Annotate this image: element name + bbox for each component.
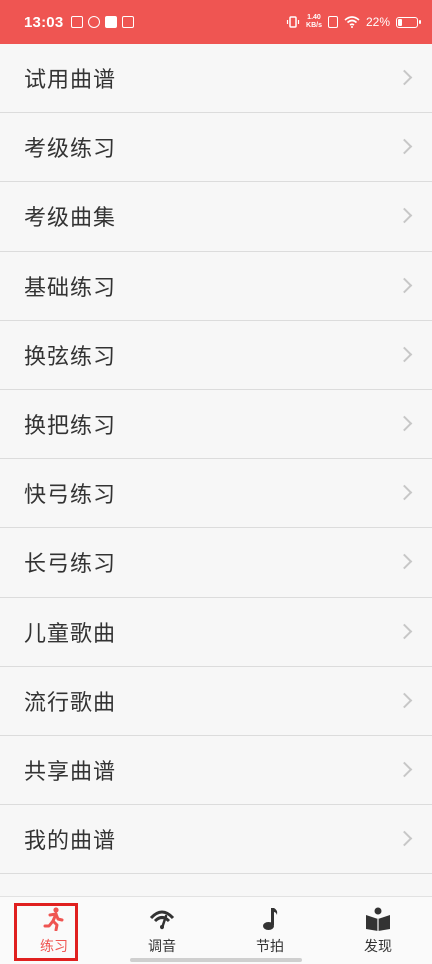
chevron-right-icon [398,276,412,296]
list-item[interactable]: 儿童歌曲 [0,597,432,667]
status-right: 1.40 KB/s 22% [286,14,421,30]
list-item-label: 考级练习 [24,137,117,163]
net-speed-unit: KB/s [306,22,322,29]
list-item[interactable]: 流行歌曲 [0,666,432,736]
battery-percent: 22% [365,15,390,29]
chevron-right-icon [398,691,412,711]
chevron-right-icon [398,68,412,88]
tab-discover[interactable]: 发现 [324,897,432,964]
list-item[interactable]: 换弦练习 [0,320,432,390]
chevron-right-icon [398,622,412,642]
tab-tuner[interactable]: 调音 [108,897,216,964]
list-item[interactable]: 基础练习 [0,251,432,321]
settings-notification-icon [122,16,135,28]
list-item-label: 儿童歌曲 [24,621,117,647]
active-tab-highlight [14,903,78,961]
list-item[interactable]: 考级练习 [0,113,432,183]
status-bar: 13:03 1.40 KB/s 22% [0,0,432,44]
tiktok-notification-icon [105,16,118,28]
list-item[interactable]: 考级曲集 [0,182,432,252]
vibrate-icon [286,16,300,28]
battery-icon [396,16,421,28]
music-note-icon [257,906,283,932]
tab-tuner-label: 调音 [148,938,176,955]
list-item-label: 换弦练习 [24,344,117,370]
list-item-label: 长弓练习 [24,552,117,578]
tab-metronome[interactable]: 节拍 [216,897,324,964]
list-item-label: 我的曲谱 [24,829,117,855]
net-speed-value: 1.40 [307,14,321,21]
chevron-right-icon [398,760,412,780]
category-list: 试用曲谱考级练习考级曲集基础练习换弦练习换把练习快弓练习长弓练习儿童歌曲流行歌曲… [0,44,432,896]
chevron-right-icon [398,414,412,434]
list-item[interactable]: 试用曲谱 [0,44,432,114]
list-item-label: 快弓练习 [24,483,117,509]
sim-icon [327,16,338,28]
list-item[interactable]: 长弓练习 [0,528,432,598]
tuner-gauge-icon [149,906,175,932]
tab-discover-label: 发现 [364,938,392,955]
battery-fill [398,18,402,26]
status-time: 13:03 [24,13,64,31]
list-item-label: 共享曲谱 [24,759,117,785]
list-item-label: 试用曲谱 [24,68,117,94]
list-item-label: 基础练习 [24,275,117,301]
reading-person-icon [365,906,391,932]
tab-metronome-label: 节拍 [256,938,284,955]
chevron-right-icon [398,552,412,572]
home-indicator[interactable] [130,958,302,962]
weibo-notification-icon [88,16,101,28]
list-item[interactable]: 我的曲谱 [0,805,432,875]
chevron-right-icon [398,137,412,157]
list-item[interactable]: 共享曲谱 [0,735,432,806]
net-speed: 1.40 KB/s [306,14,322,30]
app-notification-icon [71,16,84,28]
notification-icons [71,16,135,28]
list-item[interactable]: 快弓练习 [0,459,432,529]
list-item-label: 考级曲集 [24,206,117,232]
wifi-icon [344,16,360,28]
chevron-right-icon [398,483,412,503]
chevron-right-icon [398,345,412,365]
chevron-right-icon [398,829,412,849]
chevron-right-icon [398,206,412,226]
list-item-label: 流行歌曲 [24,690,117,716]
list-item-label: 换把练习 [24,414,117,440]
list-item[interactable]: 换把练习 [0,389,432,460]
